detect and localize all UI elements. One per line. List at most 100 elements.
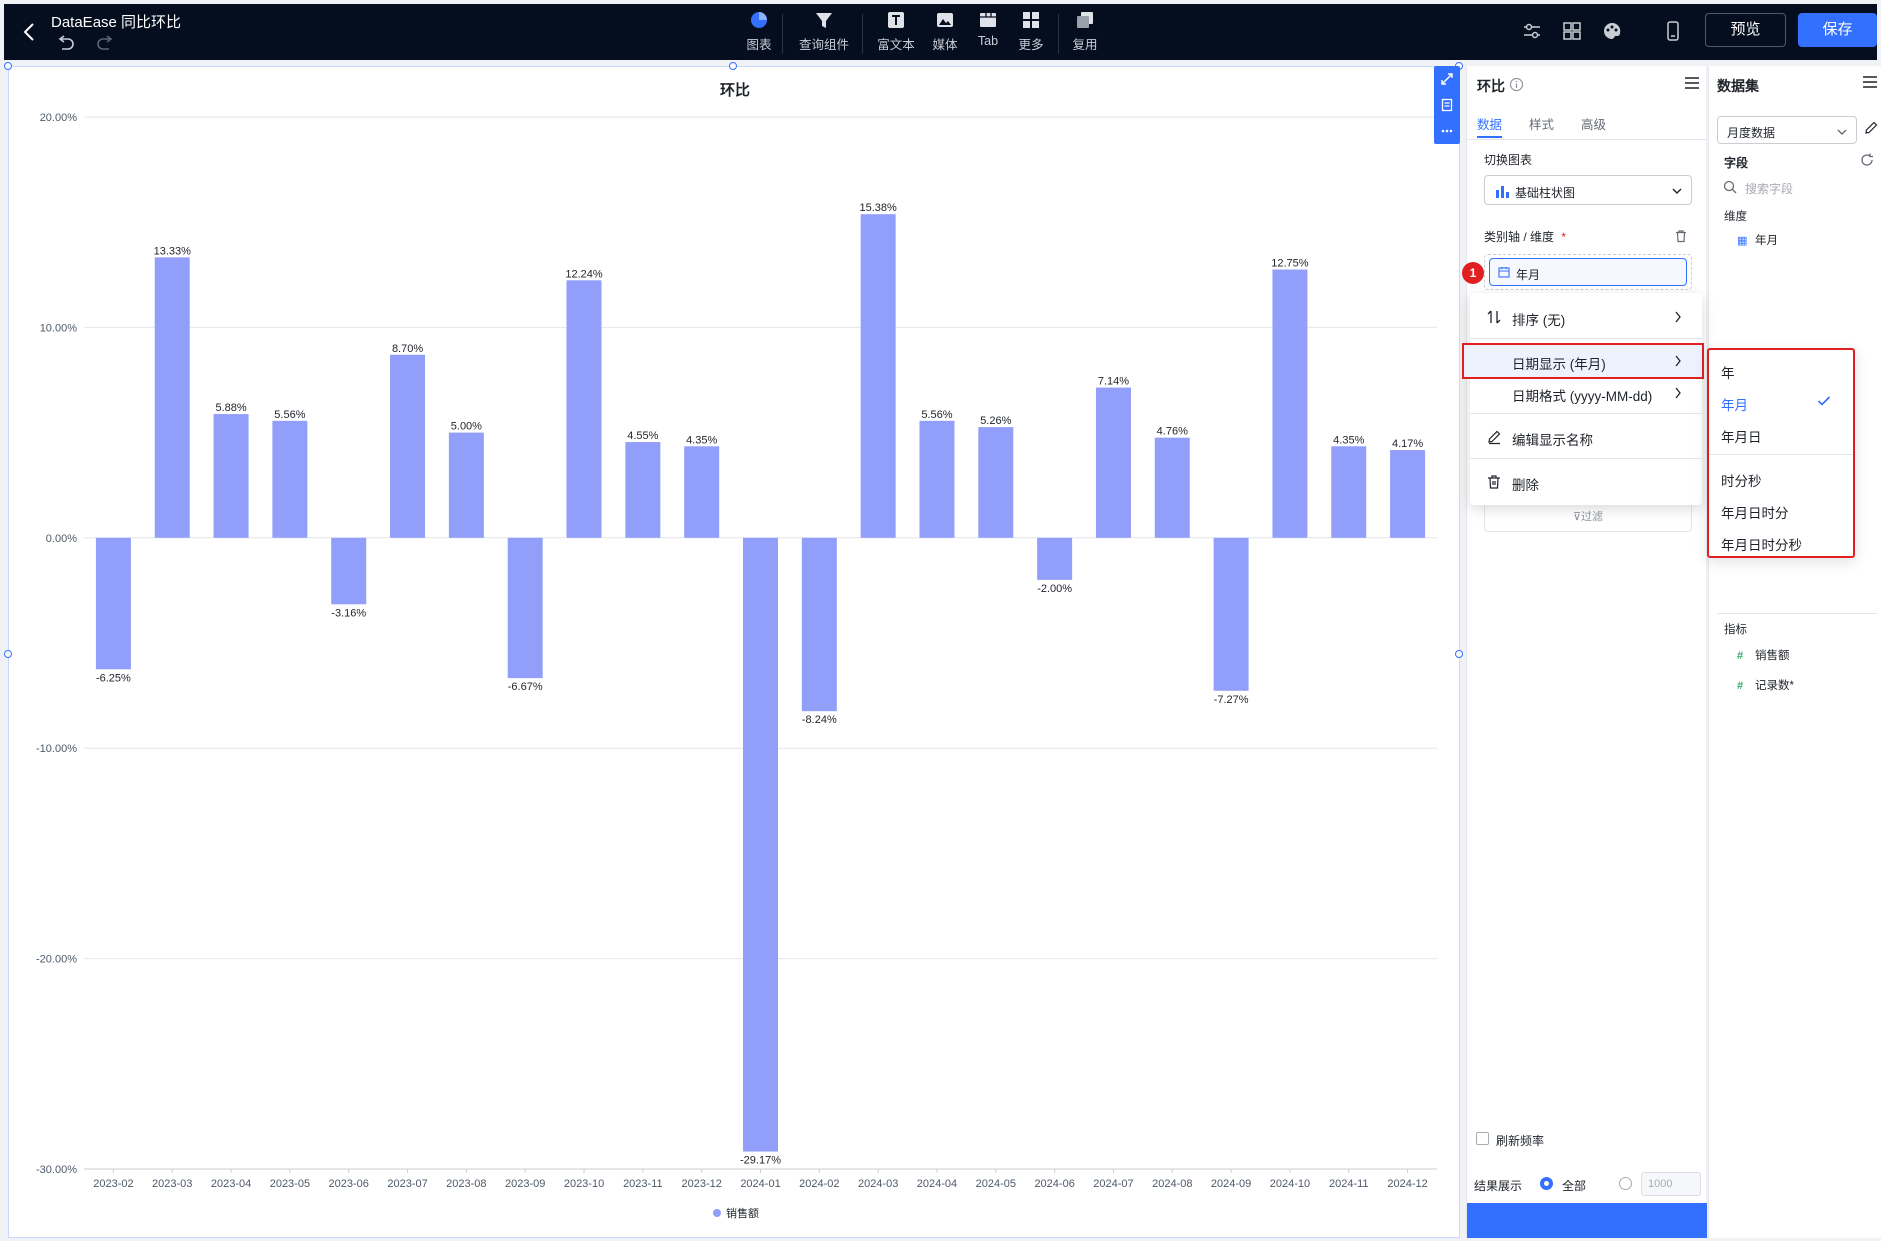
metric-field-item[interactable]: # 记录数* bbox=[1737, 677, 1794, 693]
y-tick-label: -30.00% bbox=[36, 1164, 77, 1176]
metric-field-name: 记录数* bbox=[1755, 680, 1794, 692]
refresh-checkbox[interactable] bbox=[1476, 1132, 1489, 1145]
menu-item-date-format[interactable]: 日期格式 (yyyy-MM-dd) bbox=[1470, 377, 1702, 409]
query-tool-label: 查询组件 bbox=[798, 38, 849, 52]
date-option-year[interactable]: 年 bbox=[1709, 356, 1853, 384]
axis-dimension-label: 类别轴 / 维度 * bbox=[1484, 228, 1566, 245]
sliders-icon[interactable] bbox=[1521, 20, 1545, 44]
menu-item-delete[interactable]: 删除 bbox=[1470, 466, 1702, 498]
menu-item-date-display[interactable]: 日期显示 (年月) bbox=[1462, 343, 1704, 379]
number-hash-icon: # bbox=[1737, 680, 1744, 692]
bar-chart-icon bbox=[1495, 184, 1511, 201]
tab-data[interactable]: 数据 bbox=[1477, 114, 1503, 138]
reuse-tool[interactable]: 复用 bbox=[1055, 10, 1115, 53]
trash-icon[interactable] bbox=[1674, 229, 1688, 243]
result-all-radio[interactable] bbox=[1540, 1177, 1553, 1190]
step-badge: 1 bbox=[1462, 262, 1484, 284]
expand-icon[interactable] bbox=[1434, 66, 1460, 92]
tab-advanced[interactable]: 高级 bbox=[1581, 114, 1606, 133]
bar bbox=[566, 280, 602, 538]
result-limit-input[interactable]: 1000 bbox=[1641, 1172, 1701, 1196]
details-icon[interactable] bbox=[1434, 92, 1460, 118]
dimension-field-item[interactable]: ▦ 年月 bbox=[1737, 232, 1778, 248]
dataset-select[interactable]: 月度数据 bbox=[1717, 116, 1857, 144]
more-tool[interactable]: 更多 bbox=[1001, 10, 1061, 53]
collapse-menu-icon[interactable] bbox=[1861, 74, 1879, 90]
query-tool[interactable]: 查询组件 bbox=[794, 10, 854, 53]
chart-config-panel: 环比 数据 样式 高级 切换图表 基础柱状图 类别轴 / 维度 * 1 年月 ⊽… bbox=[1462, 66, 1707, 1238]
date-option-label: 时分秒 bbox=[1721, 474, 1762, 489]
preview-button[interactable]: 预览 bbox=[1705, 13, 1786, 47]
date-display-submenu: 年 年月 年月日 时分秒 年月日时分 年月日时分秒 bbox=[1707, 348, 1855, 558]
chart-tool[interactable]: 图表 bbox=[729, 10, 789, 53]
data-label: -2.00% bbox=[1037, 583, 1072, 595]
field-search-input[interactable]: 搜索字段 bbox=[1723, 176, 1863, 198]
dimension-field-name: 年月 bbox=[1755, 235, 1778, 247]
chart-type-select[interactable]: 基础柱状图 bbox=[1484, 175, 1692, 205]
x-tick-label: 2024-11 bbox=[1329, 1178, 1369, 1190]
bar bbox=[684, 446, 720, 538]
resize-handle[interactable] bbox=[4, 650, 12, 658]
dimension-field-pill[interactable]: 年月 bbox=[1489, 258, 1687, 286]
result-limit-radio[interactable] bbox=[1619, 1177, 1632, 1190]
menu-item-sort[interactable]: 排序 (无) bbox=[1470, 301, 1702, 333]
data-label: -6.25% bbox=[96, 672, 131, 684]
x-tick-label: 2023-11 bbox=[623, 1178, 663, 1190]
x-tick-label: 2024-01 bbox=[740, 1178, 780, 1190]
mobile-device-icon[interactable] bbox=[1662, 20, 1686, 44]
y-tick-label: -20.00% bbox=[36, 954, 77, 966]
date-option-label: 年月日 bbox=[1721, 430, 1762, 445]
x-tick-label: 2023-05 bbox=[270, 1178, 310, 1190]
palette-icon[interactable] bbox=[1601, 20, 1625, 44]
save-button[interactable]: 保存 bbox=[1798, 13, 1877, 47]
collapse-menu-icon[interactable] bbox=[1683, 75, 1701, 91]
required-mark: * bbox=[1561, 230, 1567, 244]
calendar-icon bbox=[1498, 266, 1510, 281]
menu-item-edit-name[interactable]: 编辑显示名称 bbox=[1470, 421, 1702, 453]
data-label: 15.38% bbox=[859, 202, 897, 214]
resize-handle[interactable] bbox=[4, 62, 12, 70]
component-toolbar: 图表 查询组件 富文本 媒体 Tab 更多 复用 bbox=[4, 4, 1877, 60]
media-tool-label: 媒体 bbox=[932, 38, 958, 52]
top-bar: DataEase 同比环比 图表 查询组件 富文本 媒体 Tab 更多 复用 预… bbox=[4, 4, 1877, 60]
tab-tool-label: Tab bbox=[977, 34, 999, 48]
data-label: 5.00% bbox=[451, 421, 482, 433]
data-label: 8.70% bbox=[392, 343, 423, 355]
data-label: -8.24% bbox=[802, 714, 837, 726]
chevron-right-icon bbox=[1674, 311, 1682, 326]
info-icon[interactable] bbox=[1509, 77, 1524, 92]
sort-icon bbox=[1486, 309, 1502, 328]
date-option-ymdhms[interactable]: 年月日时分秒 bbox=[1709, 528, 1853, 556]
date-option-label: 年 bbox=[1721, 366, 1735, 381]
tab-style[interactable]: 样式 bbox=[1529, 114, 1554, 133]
apply-button[interactable] bbox=[1467, 1203, 1707, 1238]
calendar-icon: ▦ bbox=[1737, 235, 1748, 247]
chart-canvas[interactable]: 环比 20.00% 10.00% 0.00% -10.00% -20.00% -30.00… bbox=[8, 66, 1460, 1238]
metric-field-item[interactable]: # 销售额 bbox=[1737, 647, 1790, 663]
image-icon bbox=[935, 10, 955, 30]
axis-label-text: 类别轴 / 维度 bbox=[1484, 230, 1555, 244]
x-tick-label: 2023-03 bbox=[152, 1178, 192, 1190]
field-context-menu: 排序 (无) 日期显示 (年月) 日期格式 (yyyy-MM-dd) 编辑显示名… bbox=[1462, 293, 1704, 505]
dimension-drop-zone[interactable]: 年月 bbox=[1484, 254, 1692, 290]
result-display-label: 结果展示 bbox=[1474, 1179, 1523, 1193]
filter-box[interactable]: ⊽过滤 bbox=[1484, 502, 1692, 532]
legend-marker bbox=[713, 1209, 721, 1217]
edit-pencil-icon[interactable] bbox=[1863, 120, 1879, 136]
layout-icon[interactable] bbox=[1561, 20, 1585, 44]
date-option-ymd[interactable]: 年月日 bbox=[1709, 420, 1853, 448]
date-option-label: 年月日时分秒 bbox=[1721, 538, 1802, 553]
date-option-hms[interactable]: 时分秒 bbox=[1709, 464, 1853, 492]
resize-handle[interactable] bbox=[1455, 650, 1463, 658]
x-tick-label: 2023-07 bbox=[387, 1178, 427, 1190]
date-option-year-month[interactable]: 年月 bbox=[1709, 388, 1853, 416]
x-tick-label: 2023-04 bbox=[211, 1178, 251, 1190]
data-label: 5.26% bbox=[980, 415, 1011, 427]
more-options-icon[interactable] bbox=[1434, 118, 1460, 144]
resize-handle[interactable] bbox=[729, 62, 737, 70]
bar bbox=[1272, 269, 1308, 538]
search-placeholder: 搜索字段 bbox=[1745, 182, 1794, 196]
date-option-ymdhm[interactable]: 年月日时分 bbox=[1709, 496, 1853, 524]
metric-section-label: 指标 bbox=[1724, 624, 1747, 636]
refresh-icon[interactable] bbox=[1859, 152, 1875, 168]
